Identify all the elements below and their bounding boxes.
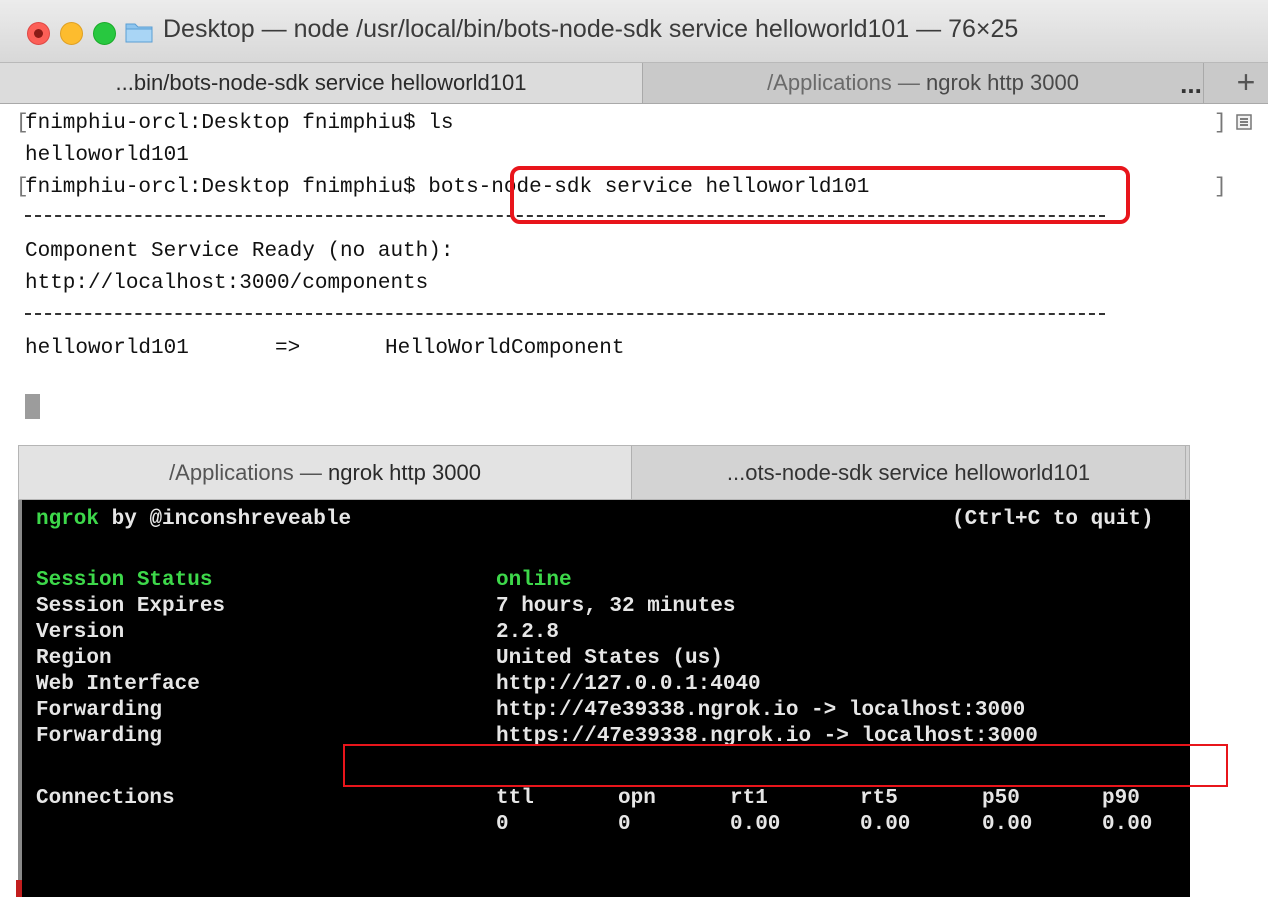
conn-value-ttl: 0 [496, 813, 509, 836]
web-interface-label: Web Interface [36, 673, 200, 696]
region-label: Region [36, 647, 112, 670]
version-label: Version [36, 621, 125, 644]
conn-value-opn: 0 [618, 813, 631, 836]
region-value: United States (us) [496, 647, 723, 670]
component-class: HelloWorldComponent [385, 337, 625, 360]
maximize-window-button[interactable] [93, 22, 116, 45]
forwarding-http-value: http://47e39338.ngrok.io -> localhost:30… [496, 699, 1026, 722]
red-edge-mark [16, 880, 22, 897]
ngrok-header: ngrok by @inconshreveable [36, 508, 351, 531]
conn-value-rt5: 0.00 [860, 813, 911, 836]
component-name: helloworld101 [25, 337, 189, 360]
highlight-box-https-forwarding [343, 744, 1228, 787]
forwarding-http-label: Forwarding [36, 699, 163, 722]
conn-header-rt5: rt5 [860, 787, 898, 810]
tab-overflow-button[interactable]: ... [1176, 65, 1206, 103]
session-expires-label: Session Expires [36, 595, 226, 618]
minimize-window-button[interactable] [60, 22, 83, 45]
status-value: online [496, 569, 572, 592]
ngrok-brand: ngrok [36, 508, 100, 531]
status-label: Session Status [36, 569, 213, 592]
close-window-button[interactable] [27, 22, 50, 45]
terminal-line-url: http://localhost:3000/components [25, 272, 429, 295]
terminal-line-ready: Component Service Ready (no auth): [25, 240, 454, 263]
mark-bracket-right: ] [1214, 112, 1227, 135]
conn-value-p50: 0.00 [982, 813, 1033, 836]
tab-ngrok-command: ngrok http 3000 [926, 70, 1079, 95]
window-title: Desktop — node /usr/local/bin/bots-node-… [163, 15, 1019, 43]
folder-icon [125, 23, 153, 43]
ngrok-terminal-window: /Applications — ngrok http 3000 ...ots-n… [18, 445, 1190, 897]
terminal-line-component: helloworld101 => HelloWorldComponent [25, 337, 624, 360]
terminal-line-ls: fnimphiu-orcl:Desktop fnimphiu$ ls [25, 112, 454, 135]
connections-label: Connections [36, 787, 175, 810]
component-arrow: => [275, 337, 301, 360]
title-bar[interactable]: Desktop — node /usr/local/bin/bots-node-… [0, 0, 1268, 63]
top-terminal-output[interactable]: [ fnimphiu-orcl:Desktop fnimphiu$ ls ] h… [0, 104, 1268, 420]
tab-ngrok[interactable]: /Applications — ngrok http 3000 [19, 446, 632, 499]
conn-value-p90: 0.00 [1102, 813, 1153, 836]
conn-header-ttl: ttl [496, 787, 534, 810]
terminal-line-output: helloworld101 [25, 144, 189, 167]
mark-bracket-right: ] [1214, 176, 1227, 199]
bottom-tab-bar: /Applications — ngrok http 3000 ...ots-n… [18, 445, 1190, 500]
new-tab-button[interactable]: + [1226, 63, 1266, 103]
ngrok-author: @inconshreveable [149, 508, 352, 531]
quit-hint: (Ctrl+C to quit) [952, 508, 1154, 531]
tab-bots-node-sdk[interactable]: ...bin/bots-node-sdk service helloworld1… [0, 63, 643, 103]
scroll-marker-icon [1236, 114, 1252, 130]
highlight-box-command [510, 166, 1130, 224]
top-tab-bar: ...bin/bots-node-sdk service helloworld1… [0, 63, 1268, 104]
tab-bots-node-sdk[interactable]: ...ots-node-sdk service helloworld101 [632, 446, 1186, 499]
forwarding-https-label: Forwarding [36, 725, 163, 748]
separator-line [25, 313, 1105, 315]
tab-ngrok-path: /Applications — [767, 70, 927, 95]
terminal-cursor [25, 394, 40, 419]
web-interface-value: http://127.0.0.1:4040 [496, 673, 761, 696]
conn-header-rt1: rt1 [730, 787, 768, 810]
ngrok-by: by [99, 508, 150, 531]
conn-header-p90: p90 [1102, 787, 1140, 810]
version-value: 2.2.8 [496, 621, 560, 644]
terminal-prompt: fnimphiu-orcl:Desktop fnimphiu$ [25, 176, 429, 199]
ngrok-terminal-output[interactable]: ngrok by @inconshreveable (Ctrl+C to qui… [18, 500, 1190, 897]
tab-ngrok-path: /Applications — [169, 460, 329, 485]
tab-ngrok[interactable]: /Applications — ngrok http 3000 [643, 63, 1204, 103]
conn-header-p50: p50 [982, 787, 1020, 810]
tab-ngrok-command: ngrok http 3000 [328, 460, 481, 485]
conn-header-opn: opn [618, 787, 656, 810]
conn-value-rt1: 0.00 [730, 813, 781, 836]
session-expires-value: 7 hours, 32 minutes [496, 595, 736, 618]
